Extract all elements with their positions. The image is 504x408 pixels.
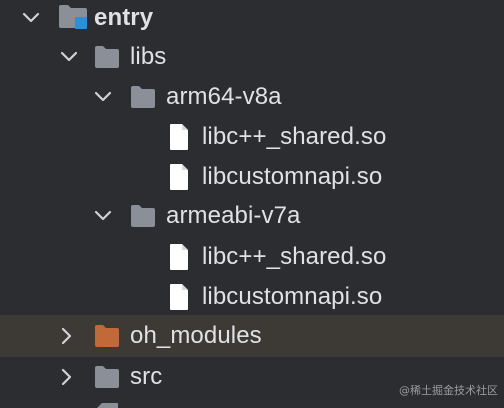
tree-row-entry[interactable]: entry [0,0,504,38]
file-icon [168,243,190,271]
chevron-down-icon[interactable] [92,205,114,227]
file-icon [94,401,118,408]
tree-label: src [130,363,163,390]
tree-label: libs [130,43,167,70]
tree-label: libc++_shared.so [202,123,387,150]
tree-row-libs[interactable]: libs [0,37,504,77]
file-icon [168,283,190,311]
tree-row-partial [0,397,504,408]
folder-icon [130,85,156,109]
folder-icon [130,204,156,228]
chevron-down-icon[interactable] [92,86,114,108]
folder-icon [94,45,120,69]
chevron-right-icon[interactable] [56,325,78,347]
tree-row-armeabi-v7a[interactable]: armeabi-v7a [0,196,504,236]
tree-label: armeabi-v7a [166,202,301,229]
tree-row-file[interactable]: libcustomnapi.so [0,157,504,197]
tree-row-file[interactable]: libc++_shared.so [0,117,504,157]
tree-label: libcustomnapi.so [202,283,383,310]
tree-label: arm64-v8a [166,83,282,110]
tree-row-arm64-v8a[interactable]: arm64-v8a [0,77,504,117]
chevron-right-icon[interactable] [56,366,78,388]
tree-label: entry [94,4,154,31]
tree-row-oh-modules[interactable]: oh_modules [0,315,504,357]
tree-label: libc++_shared.so [202,243,387,270]
tree-label: oh_modules [130,322,262,349]
tree-row-file[interactable]: libc++_shared.so [0,237,504,277]
module-folder-icon [58,4,88,30]
tree-label: libcustomnapi.so [202,163,383,190]
folder-icon [94,324,120,348]
project-tree: entry libs arm64-v8a libc++_shared.so li… [0,0,504,408]
tree-row-file[interactable]: libcustomnapi.so [0,277,504,317]
folder-icon [94,365,120,389]
file-icon [168,163,190,191]
chevron-down-icon[interactable] [58,46,80,68]
watermark: @稀土掘金技术社区 [399,384,498,397]
file-icon [168,123,190,151]
chevron-down-icon[interactable] [20,7,42,29]
